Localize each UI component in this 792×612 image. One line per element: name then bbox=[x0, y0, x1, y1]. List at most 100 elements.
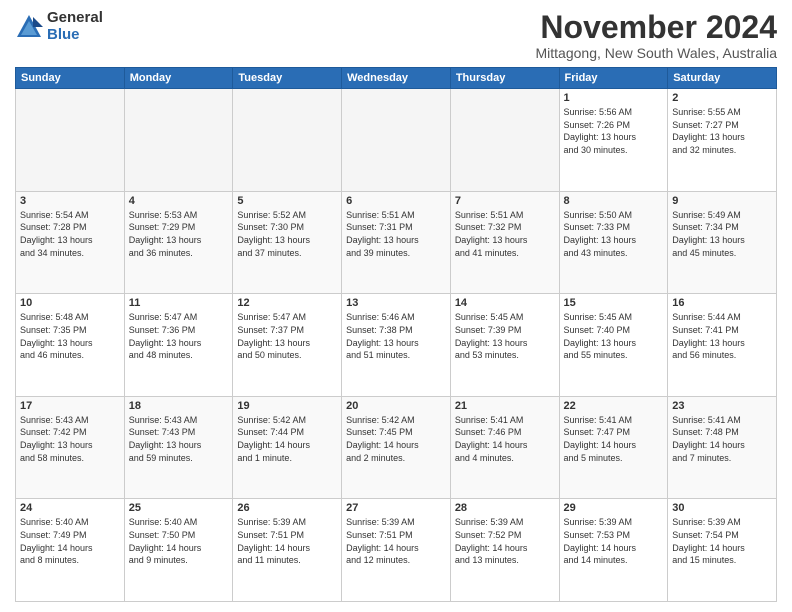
calendar-week-row: 24 Sunrise: 5:40 AM Sunset: 7:49 PM Dayli… bbox=[16, 499, 777, 602]
logo-icon bbox=[15, 13, 43, 41]
day-number: 26 bbox=[237, 502, 337, 514]
calendar-cell: 30 Sunrise: 5:39 AM Sunset: 7:54 PM Dayli… bbox=[668, 499, 777, 602]
calendar-cell bbox=[450, 89, 559, 192]
day-number: 21 bbox=[455, 400, 555, 412]
day-info: Sunrise: 5:40 AM Sunset: 7:50 PM Dayligh… bbox=[129, 516, 229, 566]
calendar-cell: 6 Sunrise: 5:51 AM Sunset: 7:31 PM Daylig… bbox=[342, 191, 451, 294]
page: General Blue November 2024 Mittagong, Ne… bbox=[0, 0, 792, 612]
day-number: 24 bbox=[20, 502, 120, 514]
calendar-cell: 24 Sunrise: 5:40 AM Sunset: 7:49 PM Dayli… bbox=[16, 499, 125, 602]
calendar-cell: 4Sunrise: 5:53 AM Sunset: 7:29 PM Daylig… bbox=[124, 191, 233, 294]
day-number: 27 bbox=[346, 502, 446, 514]
calendar-cell bbox=[16, 89, 125, 192]
day-info: Sunrise: 5:41 AM Sunset: 7:46 PM Dayligh… bbox=[455, 414, 555, 464]
calendar-cell: 18 Sunrise: 5:43 AM Sunset: 7:43 PM Dayli… bbox=[124, 396, 233, 499]
day-number: 20 bbox=[346, 400, 446, 412]
calendar-cell: 17 Sunrise: 5:43 AM Sunset: 7:42 PM Dayli… bbox=[16, 396, 125, 499]
calendar-cell: 9 Sunrise: 5:49 AM Sunset: 7:34 PM Daylig… bbox=[668, 191, 777, 294]
calendar-cell: 16 Sunrise: 5:44 AM Sunset: 7:41 PM Dayli… bbox=[668, 294, 777, 397]
day-info: Sunrise: 5:43 AM Sunset: 7:42 PM Dayligh… bbox=[20, 414, 120, 464]
day-info: Sunrise: 5:39 AM Sunset: 7:51 PM Dayligh… bbox=[346, 516, 446, 566]
calendar-cell: 5 Sunrise: 5:52 AM Sunset: 7:30 PM Daylig… bbox=[233, 191, 342, 294]
day-number: 13 bbox=[346, 297, 446, 309]
day-number: 9 bbox=[672, 195, 772, 207]
day-number: 19 bbox=[237, 400, 337, 412]
calendar-cell: 23Sunrise: 5:41 AM Sunset: 7:48 PM Dayli… bbox=[668, 396, 777, 499]
day-number: 17 bbox=[20, 400, 120, 412]
calendar-week-row: 10 Sunrise: 5:48 AM Sunset: 7:35 PM Dayli… bbox=[16, 294, 777, 397]
title-block: November 2024 Mittagong, New South Wales… bbox=[536, 10, 778, 61]
day-info: Sunrise: 5:41 AM Sunset: 7:47 PM Dayligh… bbox=[564, 414, 664, 464]
day-info: Sunrise: 5:50 AM Sunset: 7:33 PM Dayligh… bbox=[564, 209, 664, 259]
day-number: 16 bbox=[672, 297, 772, 309]
calendar-cell: 3Sunrise: 5:54 AM Sunset: 7:28 PM Daylig… bbox=[16, 191, 125, 294]
day-number: 6 bbox=[346, 195, 446, 207]
weekday-header: Friday bbox=[559, 68, 668, 89]
logo-blue-text: Blue bbox=[47, 27, 103, 44]
day-number: 25 bbox=[129, 502, 229, 514]
day-info: Sunrise: 5:49 AM Sunset: 7:34 PM Dayligh… bbox=[672, 209, 772, 259]
calendar-week-row: 3Sunrise: 5:54 AM Sunset: 7:28 PM Daylig… bbox=[16, 191, 777, 294]
day-number: 2 bbox=[672, 92, 772, 104]
day-info: Sunrise: 5:47 AM Sunset: 7:37 PM Dayligh… bbox=[237, 311, 337, 361]
day-info: Sunrise: 5:51 AM Sunset: 7:31 PM Dayligh… bbox=[346, 209, 446, 259]
weekday-header: Saturday bbox=[668, 68, 777, 89]
calendar-cell: 13Sunrise: 5:46 AM Sunset: 7:38 PM Dayli… bbox=[342, 294, 451, 397]
logo: General Blue bbox=[15, 10, 103, 43]
day-number: 5 bbox=[237, 195, 337, 207]
calendar-cell bbox=[233, 89, 342, 192]
calendar-cell: 26 Sunrise: 5:39 AM Sunset: 7:51 PM Dayli… bbox=[233, 499, 342, 602]
calendar-cell bbox=[342, 89, 451, 192]
day-info: Sunrise: 5:44 AM Sunset: 7:41 PM Dayligh… bbox=[672, 311, 772, 361]
day-number: 4 bbox=[129, 195, 229, 207]
logo-text: General Blue bbox=[47, 10, 103, 43]
calendar-cell: 28 Sunrise: 5:39 AM Sunset: 7:52 PM Dayli… bbox=[450, 499, 559, 602]
day-number: 15 bbox=[564, 297, 664, 309]
day-info: Sunrise: 5:54 AM Sunset: 7:28 PM Dayligh… bbox=[20, 209, 120, 259]
day-number: 1 bbox=[564, 92, 664, 104]
day-info: Sunrise: 5:40 AM Sunset: 7:49 PM Dayligh… bbox=[20, 516, 120, 566]
day-number: 18 bbox=[129, 400, 229, 412]
calendar-cell: 19 Sunrise: 5:42 AM Sunset: 7:44 PM Dayli… bbox=[233, 396, 342, 499]
calendar-cell: 12Sunrise: 5:47 AM Sunset: 7:37 PM Dayli… bbox=[233, 294, 342, 397]
day-info: Sunrise: 5:51 AM Sunset: 7:32 PM Dayligh… bbox=[455, 209, 555, 259]
day-number: 7 bbox=[455, 195, 555, 207]
calendar-cell: 21 Sunrise: 5:41 AM Sunset: 7:46 PM Dayli… bbox=[450, 396, 559, 499]
day-number: 30 bbox=[672, 502, 772, 514]
calendar-cell: 14 Sunrise: 5:45 AM Sunset: 7:39 PM Dayli… bbox=[450, 294, 559, 397]
calendar-cell: 22 Sunrise: 5:41 AM Sunset: 7:47 PM Dayli… bbox=[559, 396, 668, 499]
day-number: 11 bbox=[129, 297, 229, 309]
day-number: 28 bbox=[455, 502, 555, 514]
day-info: Sunrise: 5:39 AM Sunset: 7:53 PM Dayligh… bbox=[564, 516, 664, 566]
day-info: Sunrise: 5:45 AM Sunset: 7:40 PM Dayligh… bbox=[564, 311, 664, 361]
calendar-cell bbox=[124, 89, 233, 192]
day-number: 22 bbox=[564, 400, 664, 412]
calendar-cell: 20 Sunrise: 5:42 AM Sunset: 7:45 PM Dayli… bbox=[342, 396, 451, 499]
day-number: 29 bbox=[564, 502, 664, 514]
calendar-cell: 8 Sunrise: 5:50 AM Sunset: 7:33 PM Daylig… bbox=[559, 191, 668, 294]
weekday-header: Tuesday bbox=[233, 68, 342, 89]
day-info: Sunrise: 5:39 AM Sunset: 7:54 PM Dayligh… bbox=[672, 516, 772, 566]
day-info: Sunrise: 5:42 AM Sunset: 7:44 PM Dayligh… bbox=[237, 414, 337, 464]
calendar-week-row: 17 Sunrise: 5:43 AM Sunset: 7:42 PM Dayli… bbox=[16, 396, 777, 499]
header: General Blue November 2024 Mittagong, Ne… bbox=[15, 10, 777, 61]
day-info: Sunrise: 5:43 AM Sunset: 7:43 PM Dayligh… bbox=[129, 414, 229, 464]
day-info: Sunrise: 5:41 AM Sunset: 7:48 PM Dayligh… bbox=[672, 414, 772, 464]
weekday-header: Sunday bbox=[16, 68, 125, 89]
day-info: Sunrise: 5:52 AM Sunset: 7:30 PM Dayligh… bbox=[237, 209, 337, 259]
calendar-cell: 1Sunrise: 5:56 AM Sunset: 7:26 PM Daylig… bbox=[559, 89, 668, 192]
day-number: 14 bbox=[455, 297, 555, 309]
location: Mittagong, New South Wales, Australia bbox=[536, 45, 778, 61]
calendar-cell: 11Sunrise: 5:47 AM Sunset: 7:36 PM Dayli… bbox=[124, 294, 233, 397]
day-info: Sunrise: 5:48 AM Sunset: 7:35 PM Dayligh… bbox=[20, 311, 120, 361]
day-info: Sunrise: 5:42 AM Sunset: 7:45 PM Dayligh… bbox=[346, 414, 446, 464]
calendar-table: SundayMondayTuesdayWednesdayThursdayFrid… bbox=[15, 67, 777, 602]
day-number: 8 bbox=[564, 195, 664, 207]
day-info: Sunrise: 5:45 AM Sunset: 7:39 PM Dayligh… bbox=[455, 311, 555, 361]
logo-general: General bbox=[47, 10, 103, 27]
day-info: Sunrise: 5:39 AM Sunset: 7:52 PM Dayligh… bbox=[455, 516, 555, 566]
weekday-header-row: SundayMondayTuesdayWednesdayThursdayFrid… bbox=[16, 68, 777, 89]
calendar-cell: 2Sunrise: 5:55 AM Sunset: 7:27 PM Daylig… bbox=[668, 89, 777, 192]
day-info: Sunrise: 5:39 AM Sunset: 7:51 PM Dayligh… bbox=[237, 516, 337, 566]
day-number: 10 bbox=[20, 297, 120, 309]
